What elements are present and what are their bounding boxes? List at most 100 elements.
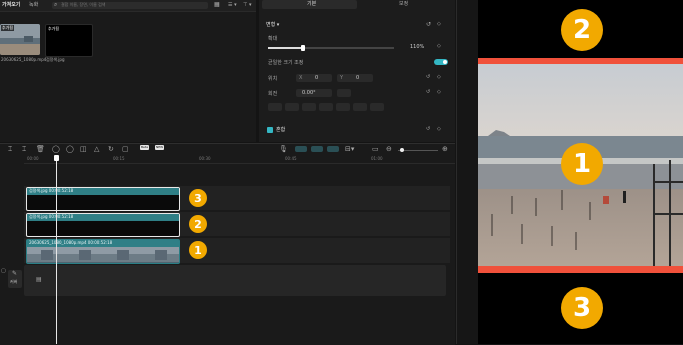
scale-slider-handle[interactable] — [301, 45, 305, 51]
preview-marker-middle: 1 — [561, 143, 603, 185]
select-tool-icon[interactable]: ⌶ — [8, 146, 12, 153]
clip-video[interactable]: 20630625_1080_1080p.mp4 00:00:52:18 — [26, 239, 180, 264]
new-badge: NEW — [155, 145, 165, 150]
preview-marker-top: 2 — [561, 9, 603, 51]
split-view-icon[interactable]: ⊟▾ — [345, 146, 354, 153]
preview-marker-bottom: 3 — [561, 287, 603, 329]
uniform-scale-label: 균일한 크기 조정 — [268, 60, 304, 66]
position-y-field[interactable]: Y 0 — [337, 74, 373, 82]
keyframe-icon[interactable]: ◇ — [437, 127, 441, 132]
preview-gutter — [456, 0, 479, 344]
reset-icon[interactable]: ↺ — [426, 75, 430, 80]
reset-icon[interactable]: ↺ — [426, 90, 430, 95]
keyframe-icon[interactable]: ◇ — [437, 75, 441, 80]
preview-axis-toggle[interactable] — [327, 146, 339, 152]
image-track-icon: ▤ — [36, 276, 42, 283]
timeline-toolbar: ⌶ ⌶ 🗑 ◯ ◯ ◫ △ ↻ ▢ Beta NEW 🎙 ⊟▾ ▭ ⊖ ⊕ — [0, 144, 455, 155]
cover-label: 커버 — [10, 279, 18, 284]
track-lock-icon[interactable]: ▢ — [1, 269, 6, 274]
y-value: 0 — [356, 75, 360, 81]
playhead[interactable] — [56, 155, 57, 344]
zoom-slider-handle[interactable] — [400, 148, 404, 152]
inspector-tab-adjust-label: 보정 — [399, 1, 409, 7]
blend-label: 혼합 — [276, 127, 286, 133]
media-badge: 추가됨 — [48, 26, 60, 31]
ruler-tick: 00:45 — [285, 156, 297, 161]
filter-dropdown[interactable]: ⊤ ▾ — [243, 3, 251, 8]
scale-value[interactable]: 110% — [410, 45, 424, 50]
clip-label: 20630625_1080_1080p.mp4 00:00:52:18 — [29, 240, 113, 245]
keyframe-icon[interactable]: ◇ — [437, 90, 441, 95]
section-transform-label: 변형 — [266, 22, 276, 28]
link-toggle[interactable] — [311, 146, 323, 152]
reset-icon[interactable]: ↺ — [426, 127, 430, 132]
align-toolbar — [268, 103, 392, 112]
align-left-icon[interactable] — [268, 103, 282, 111]
blend-checkbox[interactable] — [267, 127, 273, 133]
y-label: Y — [340, 75, 344, 81]
delete-icon[interactable]: 🗑 — [36, 146, 45, 153]
mask-icon[interactable]: ◯ — [52, 146, 60, 153]
ruler-tick: 01:00 — [371, 156, 383, 161]
tab-record[interactable]: 녹화 — [29, 3, 38, 8]
clip-label: 검정색.jpg 00:00:52:18 — [29, 188, 74, 193]
scale-slider[interactable] — [268, 45, 394, 51]
align-bottom-icon[interactable] — [353, 103, 367, 111]
keyframe-icon[interactable]: ◇ — [437, 44, 441, 49]
clip-black-top[interactable]: 검정색.jpg 00:00:52:18 — [26, 187, 180, 211]
clip-black-middle[interactable]: 검정색.jpg 00:00:52:18 — [26, 213, 180, 237]
section-transform[interactable]: 변형 ▾ — [266, 23, 279, 28]
media-badge: 추가됨 — [1, 25, 15, 31]
inspector-tab-basic[interactable]: 기본 — [262, 0, 357, 9]
media-thumb-black[interactable]: 추가됨 — [45, 24, 93, 57]
zoom-slider[interactable] — [398, 148, 438, 152]
track-marker: 2 — [189, 215, 207, 233]
align-right-icon[interactable] — [302, 103, 316, 111]
x-value: 0 — [315, 75, 319, 81]
inspector-tab-basic-label: 기본 — [307, 1, 317, 7]
warning-icon[interactable]: △ — [94, 146, 99, 153]
grid-view-icon[interactable]: ▦ — [214, 2, 220, 8]
timeline-ruler[interactable] — [24, 155, 455, 164]
x-label: X — [299, 75, 303, 81]
edit-icon: ✎ — [12, 270, 18, 277]
split-icon[interactable]: ⌶ — [22, 146, 26, 153]
subtitle-icon[interactable]: ▭ — [372, 146, 379, 153]
media-thumb-video[interactable]: 추가됨 — [0, 24, 40, 55]
search-input[interactable]: ⌕ 결합 이름, 장면, 이름 검색 — [52, 2, 208, 9]
tab-import[interactable]: 가져오기 — [2, 3, 20, 8]
playhead-handle[interactable] — [54, 155, 59, 161]
zoom-out-icon[interactable]: ⊖ — [386, 146, 392, 153]
inspector-tab-adjust[interactable]: 보정 — [357, 0, 452, 9]
cover-button[interactable]: ✎ 커버 — [8, 270, 22, 288]
position-label: 위치 — [268, 76, 278, 82]
microphone-icon[interactable]: 🎙 — [279, 146, 288, 153]
magnet-toggle[interactable] — [295, 146, 307, 152]
keyframe-icon[interactable]: ◇ — [437, 22, 441, 27]
preview-bottom-bar — [478, 266, 683, 273]
align-center-v-icon[interactable] — [336, 103, 350, 111]
ruler-tick: 00:15 — [113, 156, 125, 161]
rotate-label: 회전 — [268, 91, 278, 97]
rotate-dial[interactable] — [337, 89, 351, 97]
ruler-tick: 00:00 — [27, 156, 39, 161]
media-panel — [0, 0, 256, 142]
crop-icon[interactable]: ◫ — [80, 146, 87, 153]
ruler-tick: 00:30 — [199, 156, 211, 161]
frame-icon[interactable]: ▢ — [122, 146, 129, 153]
track-lane — [24, 265, 446, 296]
toggle-knob — [443, 60, 447, 64]
position-x-field[interactable]: X 0 — [296, 74, 332, 82]
align-top-icon[interactable] — [319, 103, 333, 111]
shield-icon[interactable]: ◯ — [66, 146, 74, 153]
rotate-icon[interactable]: ↻ — [108, 146, 114, 153]
uniform-scale-toggle[interactable] — [434, 59, 448, 65]
distribute-icon[interactable] — [370, 103, 384, 111]
search-placeholder: 결합 이름, 장면, 이름 검색 — [61, 2, 106, 7]
align-center-h-icon[interactable] — [285, 103, 299, 111]
track-marker: 3 — [189, 189, 207, 207]
reset-icon[interactable]: ↺ — [426, 22, 431, 28]
rotate-field[interactable]: 0.00° — [296, 89, 332, 97]
sort-dropdown[interactable]: ☰ ▾ — [228, 3, 237, 8]
zoom-in-icon[interactable]: ⊕ — [442, 146, 448, 153]
